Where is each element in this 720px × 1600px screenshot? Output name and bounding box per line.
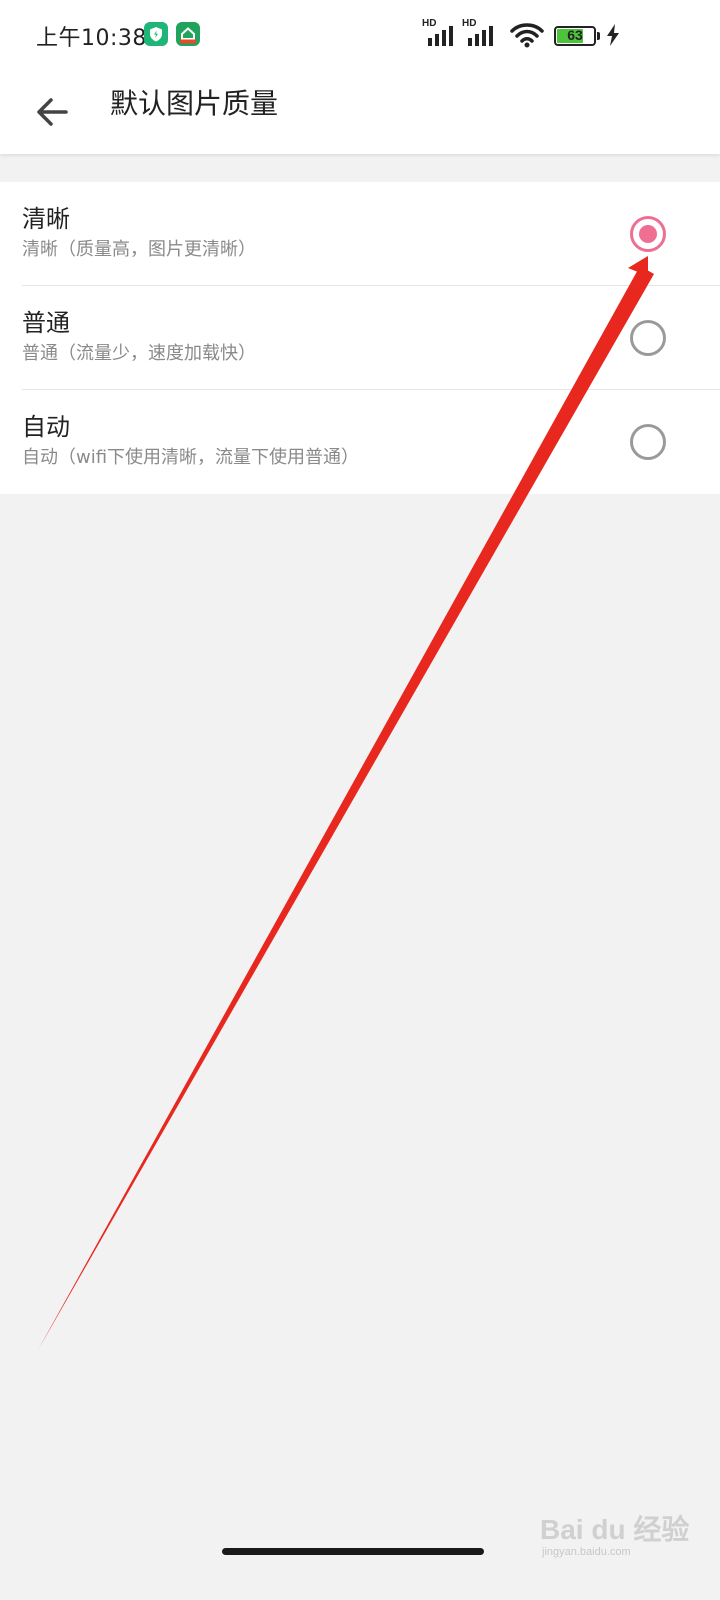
option-item-normal[interactable]: 普通 普通（流量少，速度加载快）	[0, 286, 720, 390]
option-title: 普通	[22, 309, 70, 337]
signal-icon: HD	[422, 18, 458, 50]
radio-button-checked[interactable]	[630, 216, 666, 252]
option-list: 清晰 清晰（质量高，图片更清晰） 普通 普通（流量少，速度加载快） 自动 自动（…	[0, 182, 720, 494]
option-title: 自动	[22, 413, 70, 441]
status-bar: 上午10:38 HD HD 63	[0, 0, 720, 72]
option-item-clear[interactable]: 清晰 清晰（质量高，图片更清晰）	[0, 182, 720, 286]
back-button[interactable]	[24, 84, 80, 140]
toolbar: 默认图片质量	[0, 72, 720, 154]
option-description: 清晰（质量高，图片更清晰）	[22, 239, 256, 260]
home-indicator[interactable]	[222, 1548, 484, 1555]
radio-button[interactable]	[630, 424, 666, 460]
status-time: 上午10:38	[36, 26, 147, 51]
status-icons: HD HD 63	[422, 18, 682, 52]
option-item-auto[interactable]: 自动 自动（wifi下使用清晰，流量下使用普通）	[0, 390, 720, 494]
option-description: 自动（wifi下使用清晰，流量下使用普通）	[22, 447, 360, 468]
battery-tip	[597, 32, 600, 40]
radio-button[interactable]	[630, 320, 666, 356]
page-title: 默认图片质量	[110, 87, 279, 120]
charging-icon	[607, 24, 619, 46]
watermark-logo-text: Bai du 经验	[540, 1514, 690, 1545]
watermark-url: jingyan.baidu.com	[542, 1546, 631, 1558]
wifi-icon	[510, 23, 544, 48]
watermark-logo: Bai du 经验 jingyan.baidu.com	[540, 1490, 710, 1560]
battery-icon: 63	[554, 26, 596, 46]
option-description: 普通（流量少，速度加载快）	[22, 343, 256, 364]
shield-app-icon	[144, 22, 168, 46]
option-title: 清晰	[22, 205, 70, 233]
signal-icon: HD	[462, 18, 498, 50]
arrow-left-icon	[37, 98, 68, 126]
home-app-icon	[176, 22, 200, 46]
battery-level: 63	[567, 27, 583, 43]
